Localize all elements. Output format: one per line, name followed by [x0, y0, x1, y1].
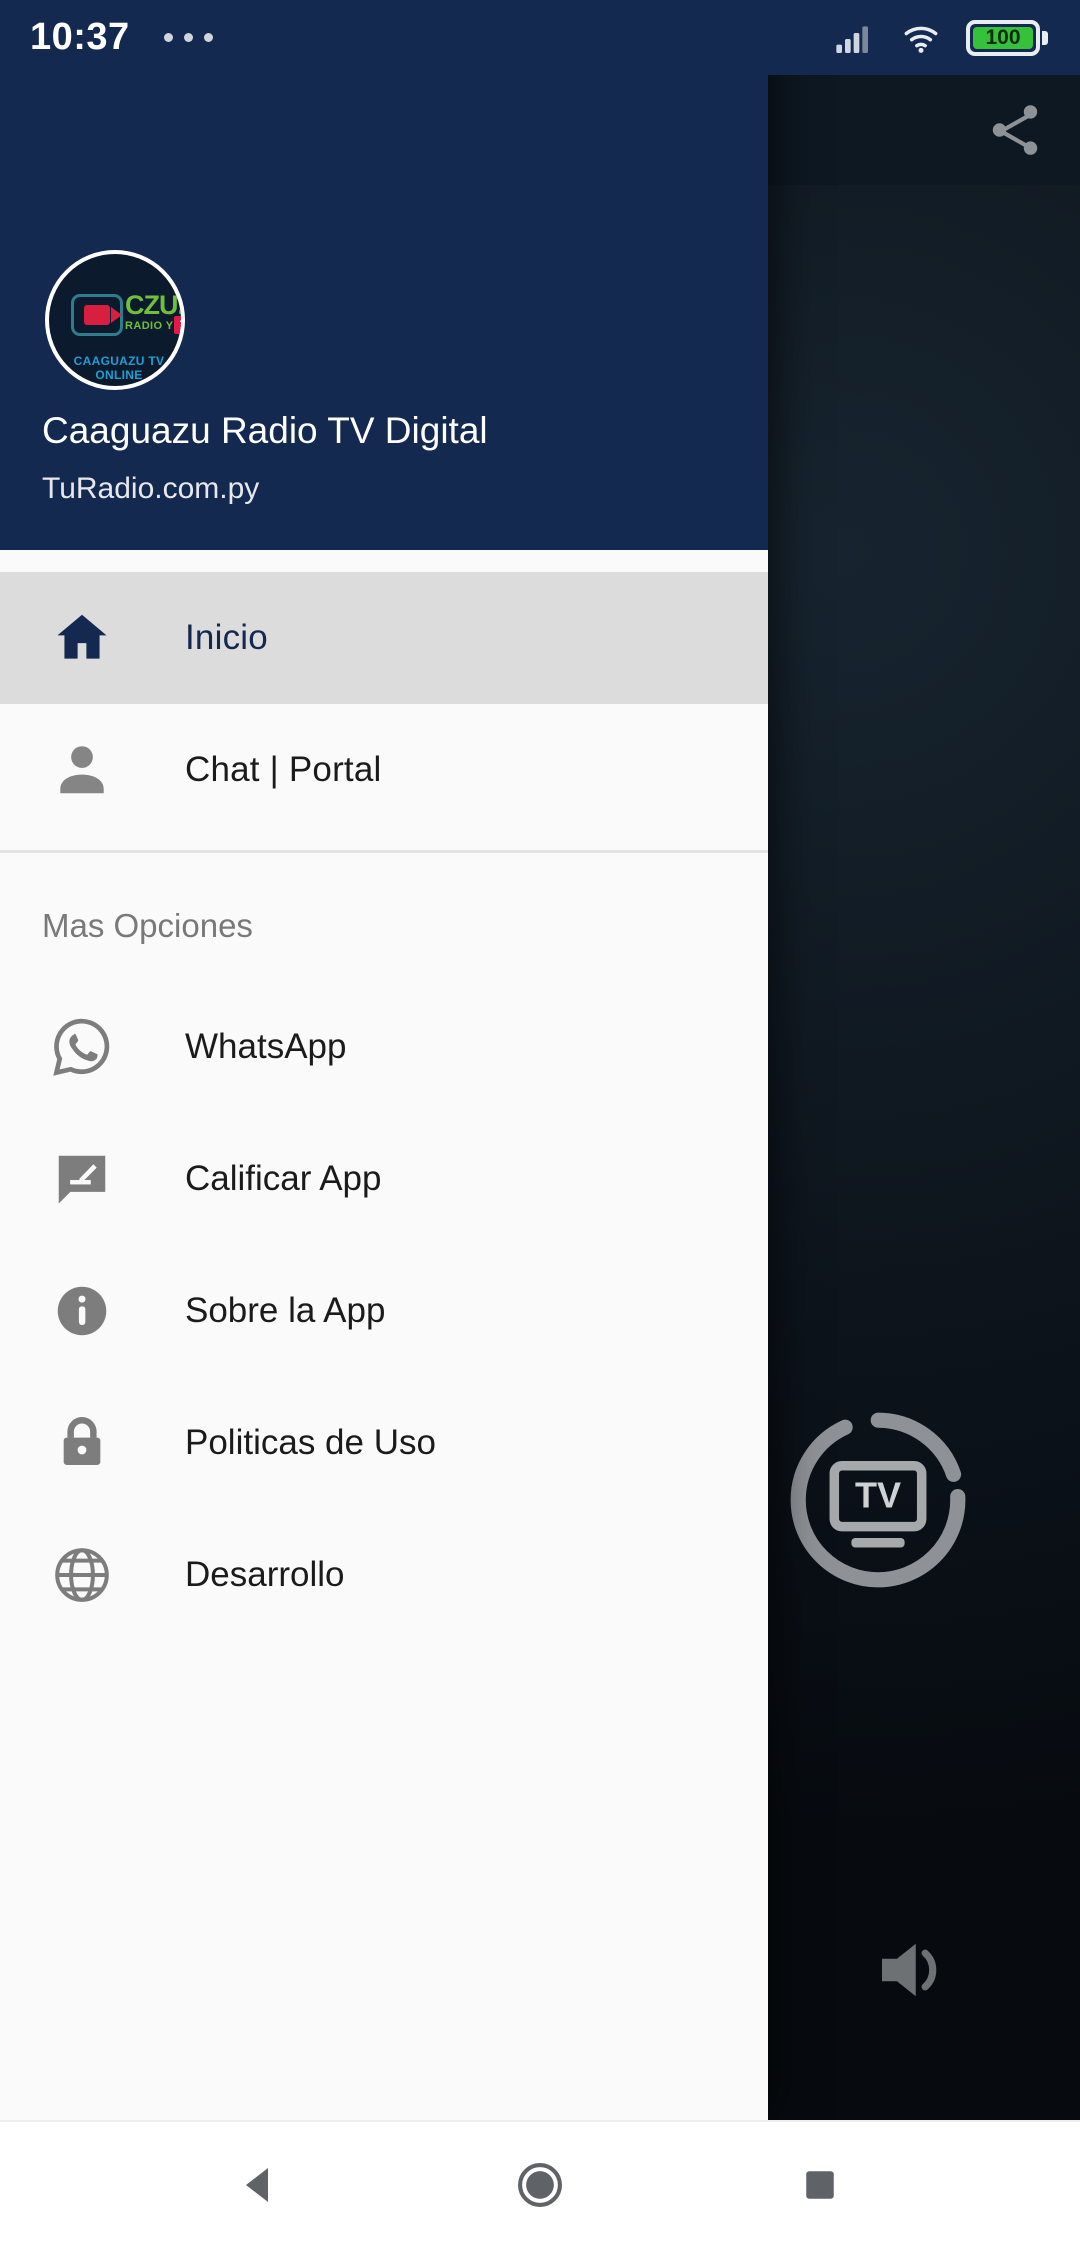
- drawer-header: CZU. RADIO Y TV CAAGUAZU TV ONLINE Caagu…: [0, 0, 768, 550]
- sidebar-item-calificar-app[interactable]: Calificar App: [0, 1113, 768, 1245]
- battery-level: 100: [973, 26, 1033, 49]
- drawer-section-title: Mas Opciones: [42, 907, 253, 944]
- sidebar-item-label: Inicio: [185, 618, 268, 657]
- sidebar-item-sobre-la-app[interactable]: Sobre la App: [0, 1245, 768, 1377]
- avatar-tv-badge: TV: [174, 316, 181, 334]
- rate-review-icon: [42, 1139, 122, 1219]
- sidebar-item-politicas-de-uso[interactable]: Politicas de Uso: [0, 1377, 768, 1509]
- share-icon[interactable]: [984, 99, 1046, 161]
- drawer-nav-list: Inicio Chat | Portal Mas Opciones WhatsA…: [0, 550, 768, 1641]
- lock-icon: [42, 1403, 122, 1483]
- info-icon: [42, 1271, 122, 1351]
- sidebar-item-label: Desarrollo: [185, 1555, 345, 1594]
- sidebar-item-label: Calificar App: [185, 1159, 382, 1198]
- status-bar-left: 10:37: [30, 16, 213, 59]
- sidebar-item-chat-portal[interactable]: Chat | Portal: [0, 704, 768, 836]
- sidebar-item-label: Sobre la App: [185, 1291, 386, 1330]
- navigation-drawer: CZU. RADIO Y TV CAAGUAZU TV ONLINE Caagu…: [0, 0, 768, 2120]
- triangle-back-icon[interactable]: [205, 2130, 315, 2240]
- battery-icon: 100: [966, 19, 1048, 56]
- avatar-footer-text: CAAGUAZU TV ONLINE: [73, 354, 165, 382]
- circle-home-icon[interactable]: [485, 2130, 595, 2240]
- avatar-tagline: RADIO Y: [125, 320, 174, 332]
- drawer-more-list: WhatsApp Calificar App Sobre la App Poli…: [0, 945, 768, 1641]
- person-icon: [42, 730, 122, 810]
- phone-screen: tal U. TV NLINE TV: [0, 0, 1080, 2248]
- drawer-title: Caaguazu Radio TV Digital: [42, 410, 488, 451]
- sidebar-item-label: WhatsApp: [185, 1027, 347, 1066]
- cellular-signal-icon: [836, 25, 868, 53]
- drawer-subtitle: TuRadio.com.py: [42, 472, 260, 505]
- home-icon: [42, 598, 122, 678]
- sidebar-item-whatsapp[interactable]: WhatsApp: [0, 981, 768, 1113]
- android-navigation-bar: [0, 2120, 1080, 2248]
- sidebar-item-desarrollo[interactable]: Desarrollo: [0, 1509, 768, 1641]
- clock: 10:37: [30, 16, 130, 58]
- avatar: CZU. RADIO Y TV CAAGUAZU TV ONLINE: [45, 250, 185, 390]
- globe-icon: [42, 1535, 122, 1615]
- sidebar-item-label: Politicas de Uso: [185, 1423, 436, 1462]
- notification-dots-icon: [163, 33, 213, 42]
- tv-monitor-icon[interactable]: TV: [783, 1405, 973, 1595]
- wifi-icon: [904, 26, 938, 53]
- svg-text:TV: TV: [855, 1475, 901, 1516]
- volume-up-icon[interactable]: [862, 1925, 962, 2015]
- status-bar-right: 100: [830, 18, 1048, 58]
- status-bar: 10:37 100: [0, 0, 1080, 75]
- whatsapp-icon: [42, 1007, 122, 1087]
- square-recents-icon[interactable]: [765, 2130, 875, 2240]
- camera-icon: [71, 294, 123, 336]
- sidebar-item-inicio[interactable]: Inicio: [0, 572, 768, 704]
- sidebar-item-label: Chat | Portal: [185, 750, 382, 789]
